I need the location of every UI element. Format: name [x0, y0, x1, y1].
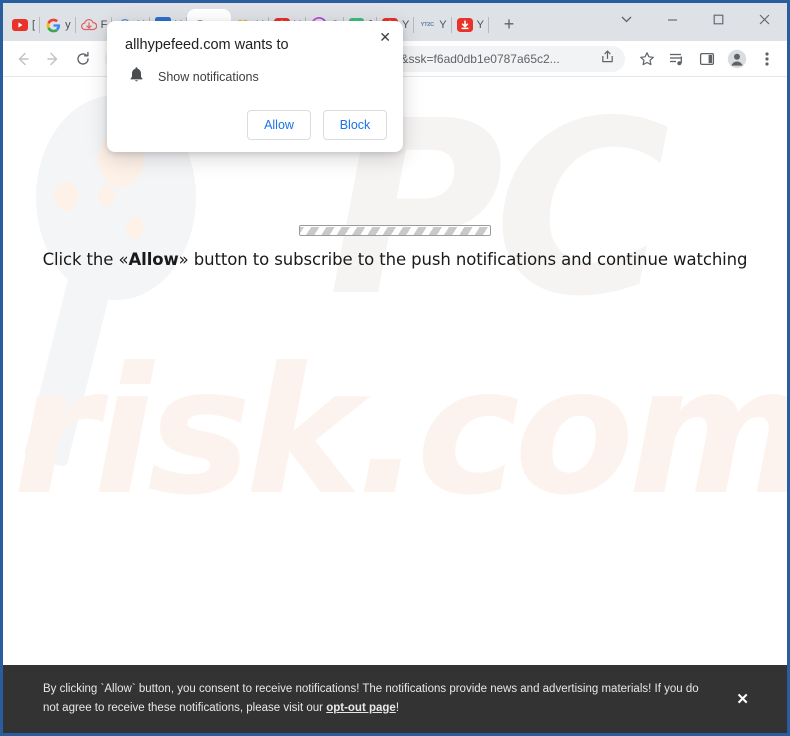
dialog-actions: Allow Block	[125, 110, 387, 140]
bell-icon	[129, 66, 144, 88]
tab-item[interactable]: y	[40, 9, 76, 41]
google-favicon-icon	[45, 17, 61, 33]
instruction-suffix: » button to subscribe to the push notifi…	[178, 250, 748, 269]
scam-page-content: Click the «Allow» button to subscribe to…	[3, 225, 787, 269]
tab-title: Y	[439, 19, 447, 31]
consent-banner-text: By clicking `Allow` button, you consent …	[43, 680, 716, 718]
browser-window: [yFYYP✕YYC[YYT2CYY +	[0, 0, 790, 736]
block-button[interactable]: Block	[323, 110, 387, 140]
bookmark-star-icon[interactable]	[633, 45, 661, 73]
back-arrow-icon[interactable]	[9, 45, 37, 73]
maximize-button[interactable]	[695, 3, 741, 35]
side-panel-icon[interactable]	[693, 45, 721, 73]
tab-title: Y	[476, 19, 484, 31]
consent-banner: By clicking `Allow` button, you consent …	[3, 665, 787, 733]
notification-permission-dialog: ✕ allhypefeed.com wants to Show notifica…	[107, 21, 403, 152]
youtube-download-favicon-icon	[456, 17, 473, 33]
tab-search-chevron-down-icon[interactable]	[603, 3, 649, 35]
tab-title: Y	[401, 19, 410, 31]
instruction-text: Click the «Allow» button to subscribe to…	[3, 250, 787, 269]
tab-item[interactable]: [	[7, 9, 41, 41]
permission-label: Show notifications	[158, 70, 259, 84]
close-banner-button[interactable]: ✕	[736, 690, 749, 708]
three-dot-menu-icon[interactable]	[753, 45, 781, 73]
tab-title: [	[32, 19, 36, 31]
profile-avatar-icon[interactable]	[723, 45, 751, 73]
page-viewport: PC risk.com Click the «Allow» button to …	[3, 77, 787, 733]
reading-list-icon[interactable]	[663, 45, 691, 73]
watermark-risk-text: risk.com	[13, 331, 787, 534]
reload-icon[interactable]	[69, 45, 97, 73]
instruction-prefix: Click the «	[42, 250, 129, 269]
consent-text-part2: !	[395, 702, 400, 714]
minimize-button[interactable]	[649, 3, 695, 35]
allow-button[interactable]: Allow	[247, 110, 311, 140]
new-tab-button[interactable]: +	[495, 10, 523, 38]
share-icon[interactable]	[600, 49, 615, 69]
tab-title: y	[65, 19, 71, 31]
tab-item[interactable]: Y	[452, 9, 490, 41]
instruction-allow-word: Allow	[128, 250, 179, 269]
loading-progress-bar	[299, 225, 491, 236]
window-controls	[603, 3, 787, 41]
yt2c-text-favicon-icon: YT2C	[420, 22, 434, 28]
close-window-button[interactable]	[741, 3, 787, 35]
tab-item[interactable]: YT2C Y	[414, 9, 452, 41]
cloud-arrow-red-favicon-icon	[80, 17, 97, 33]
pcrisk-watermark: PC risk.com	[3, 77, 787, 733]
forward-arrow-icon[interactable]	[39, 45, 67, 73]
youtube-favicon-icon	[12, 17, 28, 33]
permission-row: Show notifications	[125, 66, 387, 88]
opt-out-page-link[interactable]: opt-out page	[326, 702, 396, 714]
dialog-title: allhypefeed.com wants to	[125, 37, 289, 53]
dialog-close-icon[interactable]: ✕	[379, 30, 391, 44]
